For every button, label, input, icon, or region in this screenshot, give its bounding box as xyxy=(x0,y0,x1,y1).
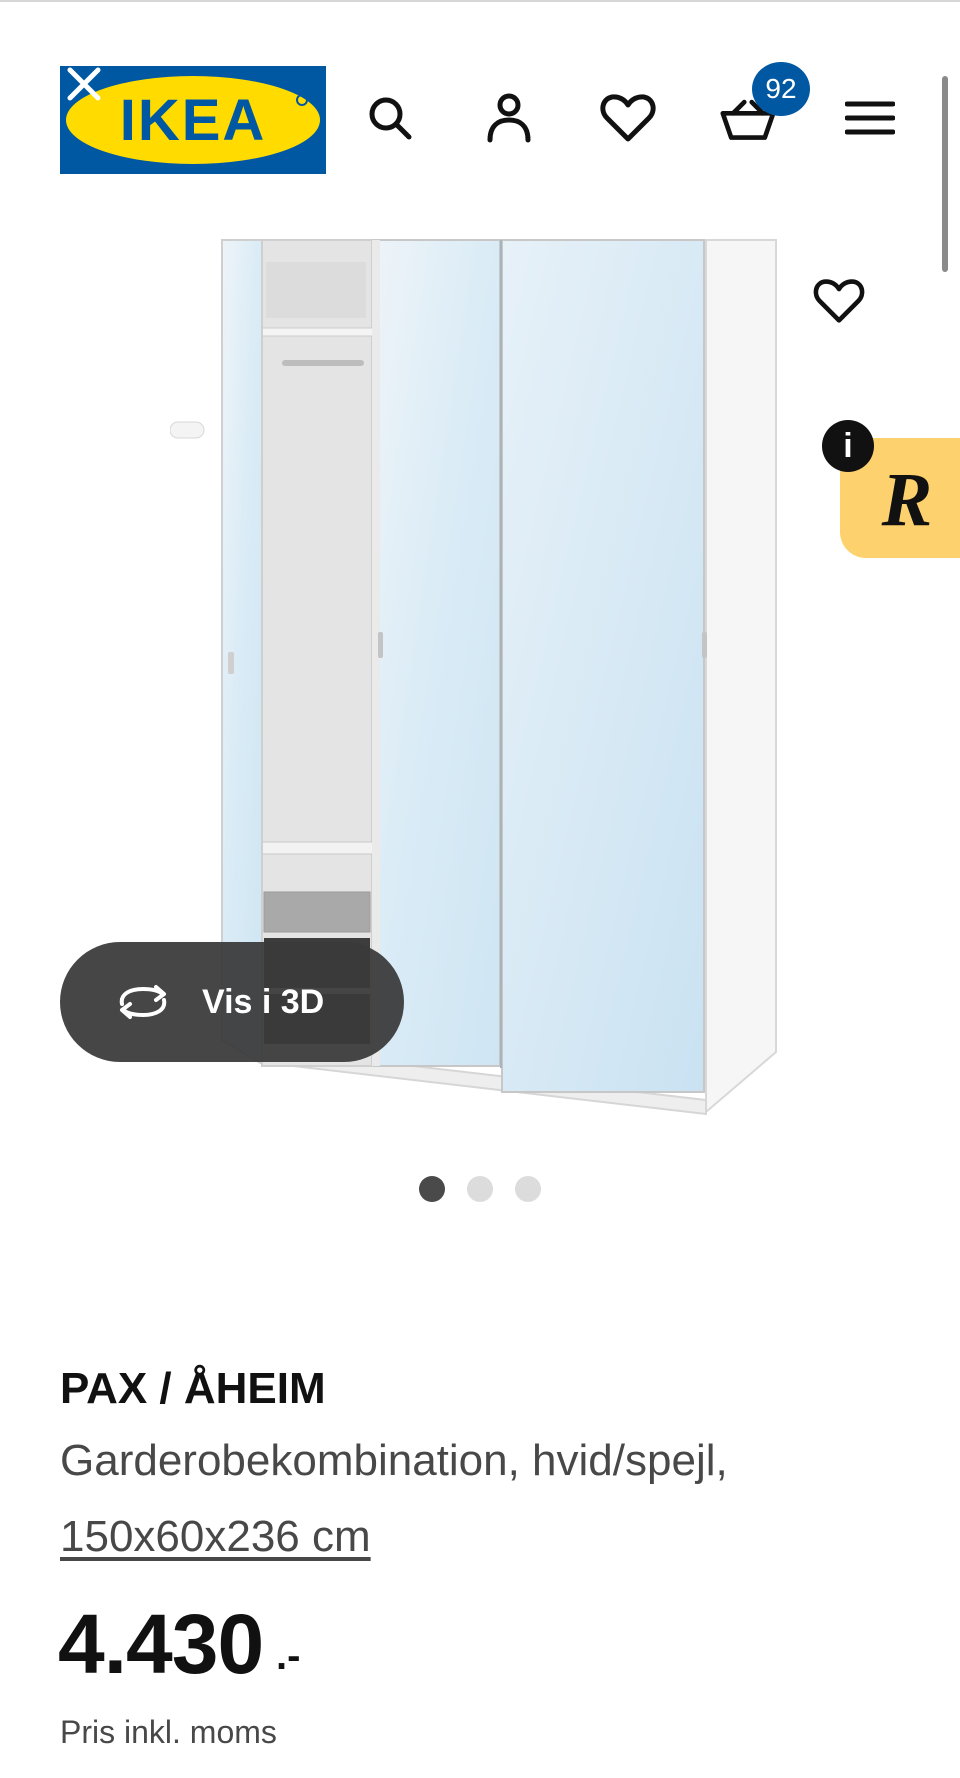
product-price: 4.430 xyxy=(58,1597,264,1691)
extension-logo-letter: R xyxy=(881,457,933,542)
price-suffix: .- xyxy=(276,1634,301,1678)
gallery-dot[interactable] xyxy=(515,1176,541,1202)
info-icon[interactable]: i xyxy=(822,420,874,472)
view-in-3d-button[interactable]: Vis i 3D xyxy=(60,942,404,1062)
user-icon[interactable] xyxy=(481,90,537,146)
product-size-link[interactable]: 150x60x236 cm xyxy=(60,1512,371,1562)
close-icon[interactable] xyxy=(66,66,102,102)
rotate-3d-icon xyxy=(119,985,167,1019)
view-in-3d-label: Vis i 3D xyxy=(202,982,325,1021)
heart-icon[interactable] xyxy=(600,90,656,146)
heart-icon xyxy=(813,279,865,323)
product-description: Garderobekombination, hvid/spejl, xyxy=(60,1436,728,1485)
registered-mark xyxy=(296,94,308,106)
page-scrollbar[interactable] xyxy=(942,76,948,272)
add-to-favourites-button[interactable] xyxy=(808,272,870,330)
vat-note: Pris inkl. moms xyxy=(60,1714,277,1750)
search-icon[interactable] xyxy=(362,90,418,146)
cart-count-badge: 92 xyxy=(752,62,810,116)
product-name: PAX / ÅHEIM xyxy=(60,1364,326,1413)
menu-icon[interactable] xyxy=(842,90,898,146)
gallery-pagination xyxy=(419,1176,541,1202)
top-divider xyxy=(0,0,960,2)
gallery-dot[interactable] xyxy=(467,1176,493,1202)
gallery-dot[interactable] xyxy=(419,1176,445,1202)
